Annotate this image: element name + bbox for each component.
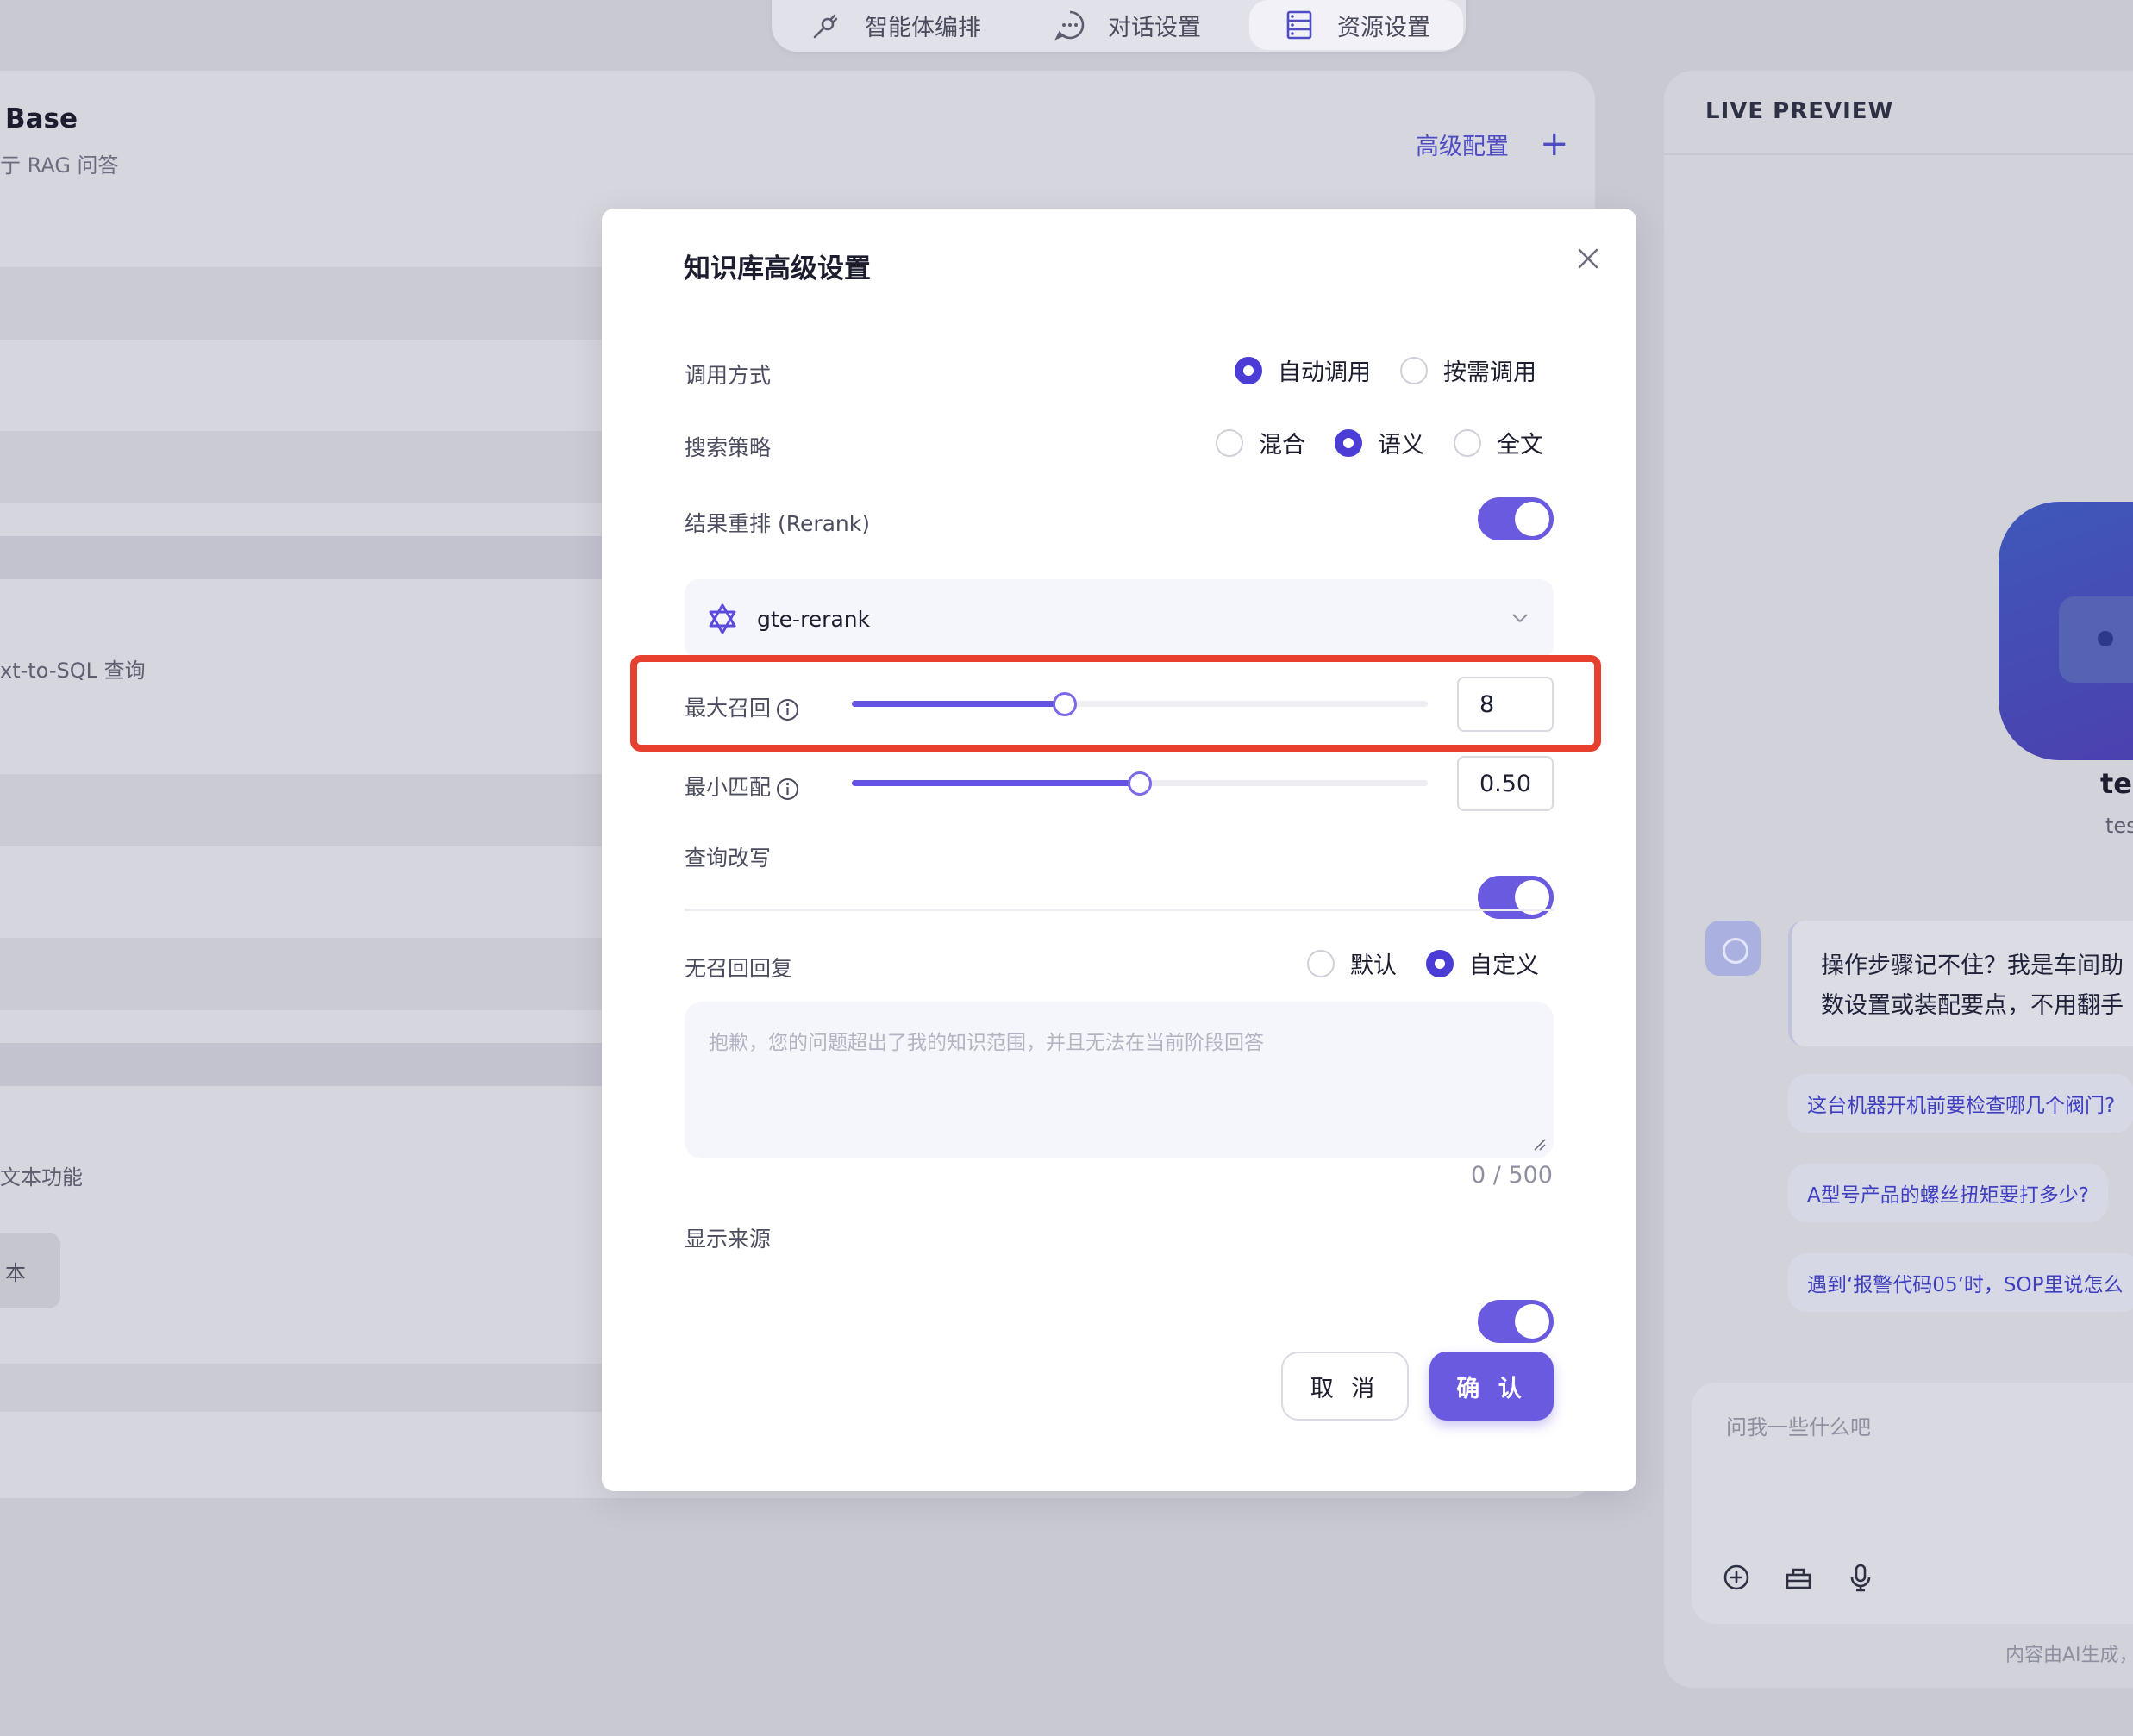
radio-label: 按需调用 — [1443, 359, 1536, 386]
query-rewrite-label: 查询改写 — [685, 846, 772, 871]
radio-dot — [1307, 949, 1335, 977]
section-divider — [685, 909, 1554, 911]
slider-thumb[interactable] — [1128, 771, 1152, 796]
confirm-button[interactable]: 确 认 — [1429, 1352, 1554, 1421]
slider-fill — [852, 780, 1140, 786]
plus-icon[interactable]: + — [1540, 127, 1569, 161]
radio-fulltext[interactable]: 全文 — [1454, 426, 1543, 459]
invoke-mode-radio-group: 自动调用 按需调用 — [1205, 353, 1536, 387]
radio-dot — [1426, 949, 1454, 977]
kb-subtitle: 亍 RAG 问答 — [0, 153, 119, 178]
advanced-config-link[interactable]: 高级配置 + — [1416, 127, 1569, 161]
show-source-label: 显示来源 — [685, 1227, 772, 1252]
min-match-slider[interactable] — [852, 771, 1428, 796]
radio-label: 自定义 — [1469, 952, 1539, 979]
radio-dot — [1216, 428, 1243, 457]
suggested-question[interactable]: A型号产品的螺丝扭矩要打多少? — [1788, 1164, 2108, 1222]
radio-hybrid[interactable]: 混合 — [1216, 426, 1305, 459]
radio-label: 默认 — [1350, 952, 1397, 979]
min-match-label-row: 最小匹配 — [685, 771, 799, 802]
dialog-title: 知识库高级设置 — [684, 253, 871, 284]
preview-divider — [1664, 153, 2133, 155]
no-recall-reply-textarea[interactable]: 抱歉，您的问题超出了我的知识范围，并且无法在当前阶段回答 — [685, 1002, 1554, 1158]
qwen-logo-icon — [709, 603, 736, 634]
microphone-icon[interactable] — [1843, 1560, 1878, 1595]
no-recall-radio-group: 默认 自定义 — [1278, 946, 1539, 980]
tab-dialog-settings[interactable]: 对话设置 — [1053, 0, 1201, 50]
radio-label: 混合 — [1259, 432, 1305, 459]
query-rewrite-toggle[interactable] — [1478, 876, 1554, 919]
robot-icon — [2059, 596, 2133, 683]
rerank-toggle[interactable] — [1478, 497, 1554, 540]
message-line: 操作步骤记不住？我是车间助 — [1821, 952, 2124, 979]
add-circle-icon[interactable] — [1719, 1560, 1754, 1595]
tab-label: 智能体编排 — [865, 14, 981, 41]
rerank-model-select[interactable]: gte-rerank — [685, 579, 1554, 659]
radio-label: 语义 — [1378, 432, 1424, 459]
info-icon[interactable] — [776, 777, 799, 801]
search-strategy-label: 搜索策略 — [685, 435, 772, 460]
chat-input-placeholder: 问我一些什么吧 — [1726, 1415, 1871, 1439]
suggested-question[interactable]: 遇到‘报警代码05’时，SOP里说怎么 — [1788, 1253, 2133, 1312]
advanced-config-label: 高级配置 — [1416, 133, 1509, 160]
invoke-mode-label: 调用方式 — [685, 363, 772, 388]
radio-dot — [1454, 428, 1481, 457]
plug-icon — [813, 14, 838, 39]
resize-handle-icon[interactable] — [1531, 1136, 1547, 1152]
radio-dot — [1400, 356, 1428, 384]
toolbox-icon[interactable] — [1781, 1560, 1816, 1595]
bot-name: tes — [2100, 767, 2133, 800]
chat-avatar — [1705, 921, 1761, 976]
radio-label: 自动调用 — [1278, 359, 1371, 386]
textarea-placeholder: 抱歉，您的问题超出了我的知识范围，并且无法在当前阶段回答 — [709, 1032, 1264, 1054]
radio-default[interactable]: 默认 — [1307, 946, 1397, 980]
tab-label: 对话设置 — [1108, 14, 1201, 41]
sql-description: xt-to-SQL 查询 — [0, 659, 146, 683]
highlight-box — [630, 655, 1601, 752]
server-icon — [1286, 10, 1312, 40]
radio-label: 全文 — [1497, 432, 1543, 459]
radio-auto-invoke[interactable]: 自动调用 — [1235, 353, 1371, 387]
min-match-label: 最小匹配 — [685, 775, 772, 800]
radio-on-demand-invoke[interactable]: 按需调用 — [1400, 353, 1536, 387]
selected-model: gte-rerank — [757, 606, 871, 632]
chevron-down-icon — [1512, 614, 1528, 623]
bot-description: tes — [2105, 814, 2133, 838]
radio-semantic[interactable]: 语义 — [1335, 426, 1424, 459]
message-line: 数设置或装配要点，不用翻手 — [1821, 992, 2124, 1019]
chat-toolbar — [1719, 1560, 1878, 1595]
kb-title: Base — [5, 103, 78, 134]
rerank-label: 结果重排 (Rerank) — [685, 511, 871, 536]
bot-avatar — [1999, 502, 2133, 760]
min-match-input[interactable]: 0.50 — [1457, 756, 1554, 811]
char-counter: 0 / 500 — [1471, 1162, 1553, 1189]
tab-resource-settings[interactable]: 资源设置 — [1249, 0, 1463, 50]
radio-dot — [1235, 356, 1262, 384]
radio-dot — [1335, 428, 1362, 457]
chat-bubble-icon — [1054, 10, 1085, 41]
text-option-button[interactable]: 本 — [0, 1233, 60, 1308]
show-source-toggle[interactable] — [1478, 1300, 1554, 1343]
suggested-question[interactable]: 这台机器开机前要检查哪几个阀门? — [1788, 1074, 2133, 1133]
tab-label: 资源设置 — [1337, 14, 1430, 41]
radio-custom[interactable]: 自定义 — [1426, 946, 1539, 980]
top-navigation: 智能体编排 对话设置 资源设置 — [772, 0, 1466, 52]
no-recall-reply-label: 无召回回复 — [685, 956, 793, 981]
text-function-description: 文本功能 — [0, 1165, 83, 1190]
live-preview-header: LIVE PREVIEW — [1705, 98, 1894, 124]
search-strategy-radio-group: 混合 语义 全文 — [1186, 426, 1543, 459]
welcome-message: 操作步骤记不住？我是车间助 数设置或装配要点，不用翻手 — [1788, 921, 2133, 1046]
close-icon[interactable] — [1571, 241, 1605, 276]
cancel-button[interactable]: 取 消 — [1281, 1352, 1409, 1421]
tab-agent-orchestration[interactable]: 智能体编排 — [810, 0, 981, 50]
ai-disclaimer: 内容由AI生成， — [2005, 1645, 2133, 1666]
